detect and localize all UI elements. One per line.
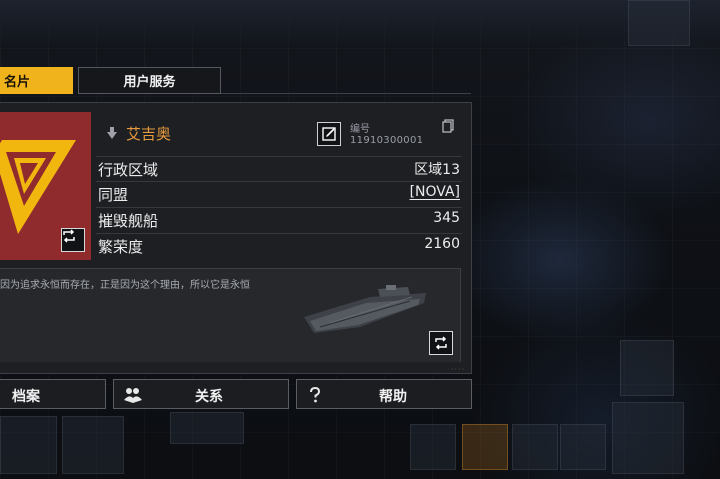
top-hud-strip — [0, 0, 720, 42]
hud-tile — [628, 0, 690, 46]
ship-refresh-button[interactable] — [429, 331, 453, 355]
hud-tile — [612, 402, 684, 474]
player-name: 艾吉奥 — [126, 125, 172, 143]
decorative-dots: ···· — [451, 365, 466, 374]
prosperity-label: 繁荣度 — [98, 238, 144, 256]
relations-icon — [124, 388, 142, 403]
alliance-label: 同盟 — [98, 186, 129, 204]
archive-button-label: 档案 — [12, 389, 40, 405]
region-label: 行政区域 — [98, 161, 159, 179]
location-pin-icon — [107, 127, 117, 139]
help-icon — [310, 386, 321, 403]
tab-divider — [221, 93, 471, 94]
hud-tile — [620, 340, 674, 396]
copy-icon[interactable] — [442, 119, 454, 133]
edit-name-button[interactable] — [317, 122, 341, 146]
tab-user-service[interactable]: 用户服务 — [78, 67, 221, 94]
help-button[interactable]: 帮助 — [296, 379, 472, 409]
tab-card-label: 名片 — [4, 75, 31, 90]
hud-tile — [462, 424, 508, 470]
emblem-refresh-button[interactable] — [61, 228, 85, 252]
refresh-icon — [435, 336, 447, 350]
player-id-label: 编号 — [350, 124, 370, 135]
flagship-image — [304, 285, 426, 333]
prosperity-value: 2160 — [424, 236, 460, 252]
ships-destroyed-value: 345 — [433, 210, 460, 226]
info-row-alliance: 同盟 [NOVA] — [96, 181, 462, 204]
tab-card[interactable]: 名片 — [0, 67, 73, 94]
relations-button-label: 关系 — [195, 389, 223, 405]
player-motto: 因为追求永恒而存在，正是因为这个理由，所以它是永恒 — [0, 280, 250, 291]
name-row: 艾吉奥 编号 11910300001 — [96, 114, 462, 153]
player-id-value: 11910300001 — [350, 135, 424, 146]
tab-user-service-label: 用户服务 — [123, 75, 176, 90]
hud-tile — [512, 424, 558, 470]
help-button-label: 帮助 — [379, 389, 407, 405]
info-row-prosperity: 繁荣度 2160 — [96, 233, 462, 256]
archive-button[interactable]: 档案 — [0, 379, 106, 409]
ships-destroyed-label: 摧毁舰船 — [98, 212, 159, 230]
relations-button[interactable]: 关系 — [113, 379, 289, 409]
hud-tile — [410, 424, 456, 470]
region-value: 区域13 — [414, 162, 460, 178]
hud-tile — [560, 424, 606, 470]
player-emblem — [0, 112, 91, 260]
hud-tile — [0, 416, 57, 474]
hud-tile — [62, 416, 124, 474]
hud-tile — [170, 412, 244, 444]
alliance-link[interactable]: [NOVA] — [410, 184, 460, 200]
info-row-ships-destroyed: 摧毁舰船 345 — [96, 207, 462, 230]
info-row-region: 行政区域 区域13 — [96, 156, 462, 179]
refresh-icon — [63, 229, 75, 243]
edit-icon — [322, 127, 336, 141]
